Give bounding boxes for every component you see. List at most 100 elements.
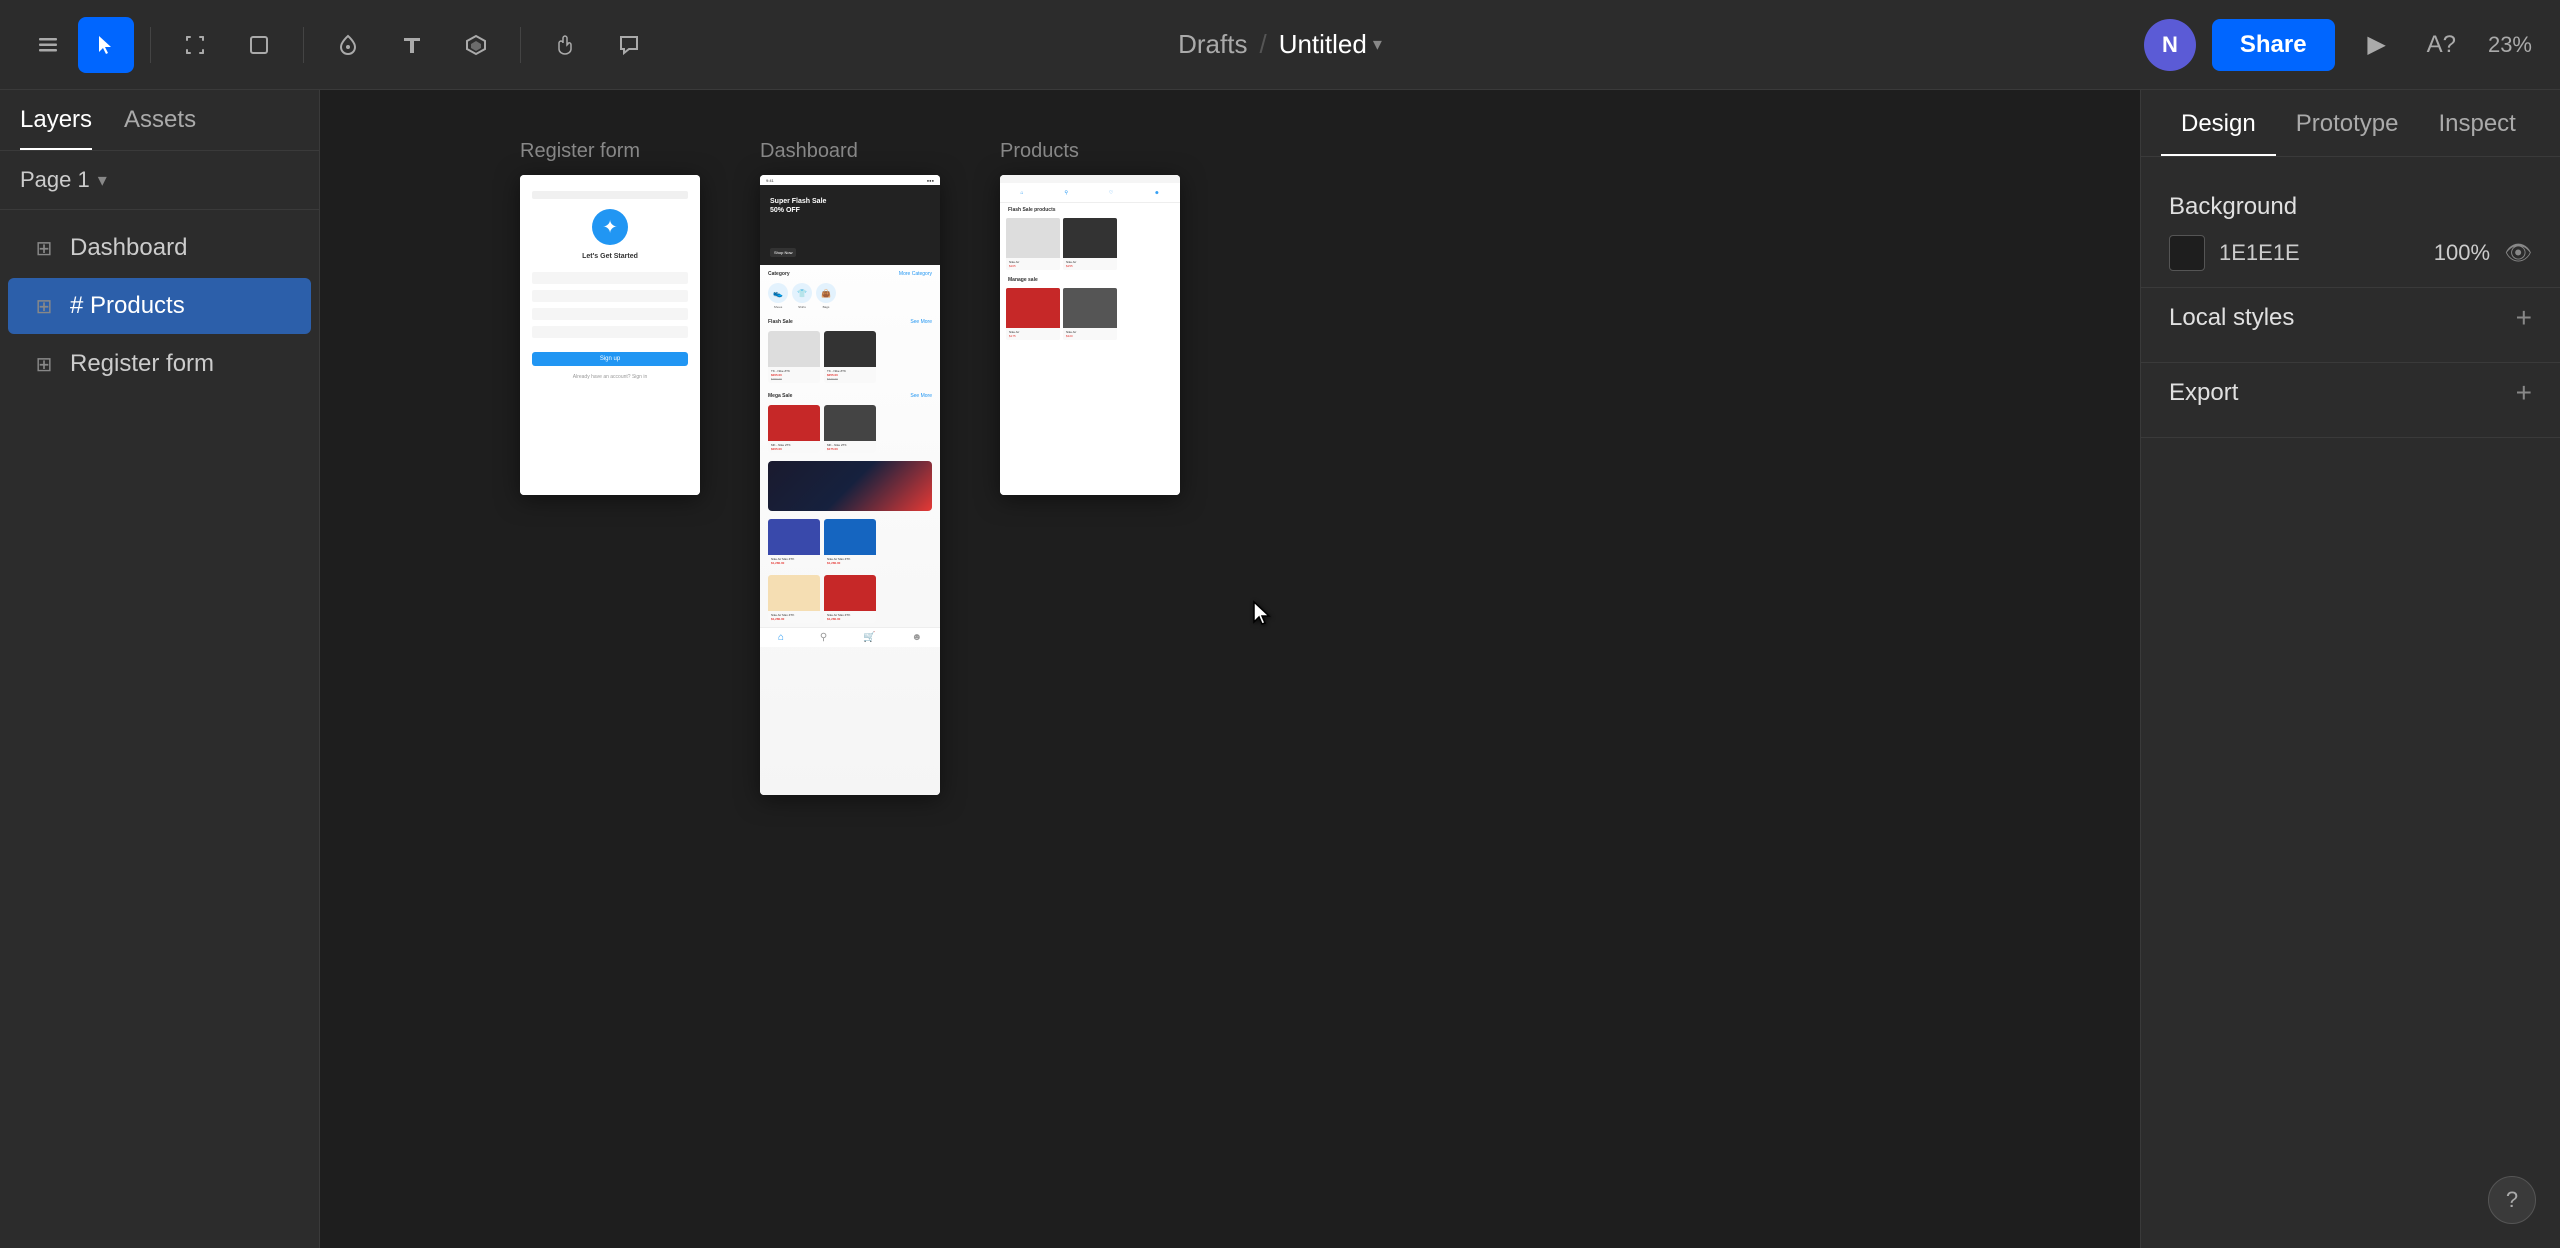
tab-assets[interactable]: Assets <box>124 106 196 150</box>
dash-product-img-1 <box>768 331 820 367</box>
dash-product-old-1: $250.00 <box>771 377 817 381</box>
dash-more-category[interactable]: More Category <box>899 271 932 277</box>
dash-more-info-2: Nike Air Max ZTK $1,280.00 <box>824 555 876 567</box>
toolbar-left <box>20 17 657 73</box>
prod-product-grid-2: Nike Air $175 Nike Air $320 <box>1000 285 1180 343</box>
dash-mega-product-2[interactable]: MK - Nike ZTK $175.00 <box>824 405 876 453</box>
register-frame-mock[interactable]: ✦ Let's Get Started Sign up Already have… <box>520 175 700 495</box>
right-sidebar: Design Prototype Inspect Background 1E1E… <box>2140 90 2560 1248</box>
help-button[interactable]: ? <box>2488 1176 2536 1224</box>
document-title[interactable]: Untitled ▾ <box>1279 29 1382 60</box>
nav-cart-icon[interactable]: 🛒 <box>863 632 875 643</box>
tab-inspect[interactable]: Inspect <box>2418 90 2535 156</box>
dash-more-product-1[interactable]: Nike Air Max ZTK $1,280.00 <box>768 519 820 567</box>
dash-extra-product-2[interactable]: Nike Air Max ZTK $1,280.00 <box>824 575 876 623</box>
tab-prototype[interactable]: Prototype <box>2276 90 2419 156</box>
export-add-button[interactable]: + <box>2516 379 2532 407</box>
layer-label-products: # Products <box>70 292 185 320</box>
prod-nav-icon-4[interactable]: ☻ <box>1154 190 1159 196</box>
nav-search-icon[interactable]: ⚲ <box>820 632 827 643</box>
prod-product-img-4 <box>1063 288 1117 328</box>
dash-more-img-1 <box>768 519 820 555</box>
background-visibility-icon[interactable]: 👁 <box>2504 240 2532 266</box>
prod-product-2[interactable]: Nike Air $255 <box>1063 218 1117 270</box>
local-styles-title: Local styles <box>2169 304 2294 332</box>
toolbar-separator-3 <box>520 27 521 63</box>
register-title: Let's Get Started <box>582 253 638 260</box>
prod-nav-icon-3[interactable]: ♡ <box>1109 190 1113 196</box>
dash-flash-products: TK - Nike ZTK $205.00 $250.00 TK - Nike … <box>760 327 940 387</box>
sidebar-item-dashboard[interactable]: ⊞ Dashboard <box>8 220 311 276</box>
dash-category-1[interactable]: 👟 Shoes <box>768 283 788 309</box>
dash-category-2[interactable]: 👕 Shirts <box>792 283 812 309</box>
dash-extra-price-2: $1,280.00 <box>827 617 873 621</box>
prod-nav-icon-2[interactable]: ⚲ <box>1064 190 1068 196</box>
background-color-value[interactable]: 1E1E1E <box>2219 240 2420 266</box>
share-button[interactable]: Share <box>2212 19 2335 71</box>
dash-mega-sale-banner <box>768 461 932 511</box>
register-signup-label: Sign up <box>600 356 620 362</box>
play-button[interactable]: ▶ <box>2351 19 2403 71</box>
sidebar-item-products[interactable]: ⊞ # Products <box>8 278 311 334</box>
pen-tool-button[interactable] <box>320 17 376 73</box>
nav-home-icon[interactable]: ⌂ <box>778 632 784 643</box>
sidebar-item-register[interactable]: ⊞ Register form <box>8 336 311 392</box>
products-frame-mock[interactable]: ⌂ ⚲ ♡ ☻ Flash Sale products Nike <box>1000 175 1180 495</box>
font-size-button[interactable]: A? <box>2419 23 2464 67</box>
component-tool-button[interactable] <box>448 17 504 73</box>
drafts-label[interactable]: Drafts <box>1178 29 1247 60</box>
comment-tool-button[interactable] <box>601 17 657 73</box>
dash-flash-more[interactable]: See More <box>910 319 932 325</box>
prod-product-price-1: $205 <box>1009 264 1057 268</box>
register-logo-icon: ✦ <box>602 217 617 238</box>
dashboard-frame-label: Dashboard <box>760 140 858 163</box>
right-panel-content: Background 1E1E1E 100% 👁 Local styles + <box>2141 157 2560 1188</box>
select-tool-button[interactable] <box>78 17 134 73</box>
dash-mega-img-1 <box>768 405 820 441</box>
right-sidebar-footer: ? <box>2141 1188 2560 1248</box>
register-signup-btn[interactable]: Sign up <box>532 352 688 366</box>
prod-product-4[interactable]: Nike Air $320 <box>1063 288 1117 340</box>
text-tool-button[interactable] <box>384 17 440 73</box>
local-styles-add-button[interactable]: + <box>2516 304 2532 332</box>
dashboard-frame-mock[interactable]: 9:41 ●●● Super Flash Sale50% OFF Shop No… <box>760 175 940 795</box>
user-avatar[interactable]: N <box>2144 19 2196 71</box>
background-row: 1E1E1E 100% 👁 <box>2169 235 2532 271</box>
dash-mega-info-1: MK - Nike ZTK $205.00 <box>768 441 820 453</box>
prod-product-3[interactable]: Nike Air $175 <box>1006 288 1060 340</box>
dash-cat-label-2: Shirts <box>798 305 806 309</box>
dash-category-3[interactable]: 👜 Bags <box>816 283 836 309</box>
sidebar-tabs: Layers Assets <box>0 90 319 151</box>
zoom-level[interactable]: 23% <box>2480 24 2540 66</box>
dash-time: 9:41 <box>766 178 774 183</box>
background-color-swatch[interactable] <box>2169 235 2205 271</box>
frame-icon: ⊞ <box>32 294 56 319</box>
tab-design[interactable]: Design <box>2161 90 2276 156</box>
prod-product-info-1: Nike Air $205 <box>1006 258 1060 270</box>
export-section: Export + <box>2141 363 2560 438</box>
hand-tool-button[interactable] <box>537 17 593 73</box>
background-opacity-value[interactable]: 100% <box>2434 240 2490 266</box>
page-selector[interactable]: Page 1 ▾ <box>0 151 319 210</box>
nav-profile-icon[interactable]: ☻ <box>912 632 923 643</box>
toolbar: Drafts / Untitled ▾ N Share ▶ A? 23% <box>0 0 2560 90</box>
frame-tool-button[interactable] <box>167 17 223 73</box>
dash-product-2[interactable]: TK - Nike ZTK $255.00 $320.00 <box>824 331 876 383</box>
dash-extra-product-1[interactable]: Nike Air Max ZTK $1,280.00 <box>768 575 820 623</box>
main-menu-button[interactable] <box>20 17 76 73</box>
prod-section-title: Flash Sale products <box>1000 203 1180 215</box>
path-separator: / <box>1259 29 1266 60</box>
canvas[interactable]: Register form ✦ Let's Get Started <box>320 90 2140 1248</box>
dash-product-1[interactable]: TK - Nike ZTK $205.00 $250.00 <box>768 331 820 383</box>
prod-nav-icon-1[interactable]: ⌂ <box>1020 190 1023 196</box>
dash-mega-more[interactable]: See More <box>910 393 932 399</box>
dash-mega-product-1[interactable]: MK - Nike ZTK $205.00 <box>768 405 820 453</box>
prod-product-1[interactable]: Nike Air $205 <box>1006 218 1060 270</box>
dash-more-product-2[interactable]: Nike Air Max ZTK $1,280.00 <box>824 519 876 567</box>
tab-layers[interactable]: Layers <box>20 106 92 150</box>
shape-tool-button[interactable] <box>231 17 287 73</box>
register-field-2 <box>532 290 688 302</box>
toolbar-right: N Share ▶ A? 23% <box>2144 19 2540 71</box>
dash-mega-img-2 <box>824 405 876 441</box>
prod-product-info-3: Nike Air $175 <box>1006 328 1060 340</box>
